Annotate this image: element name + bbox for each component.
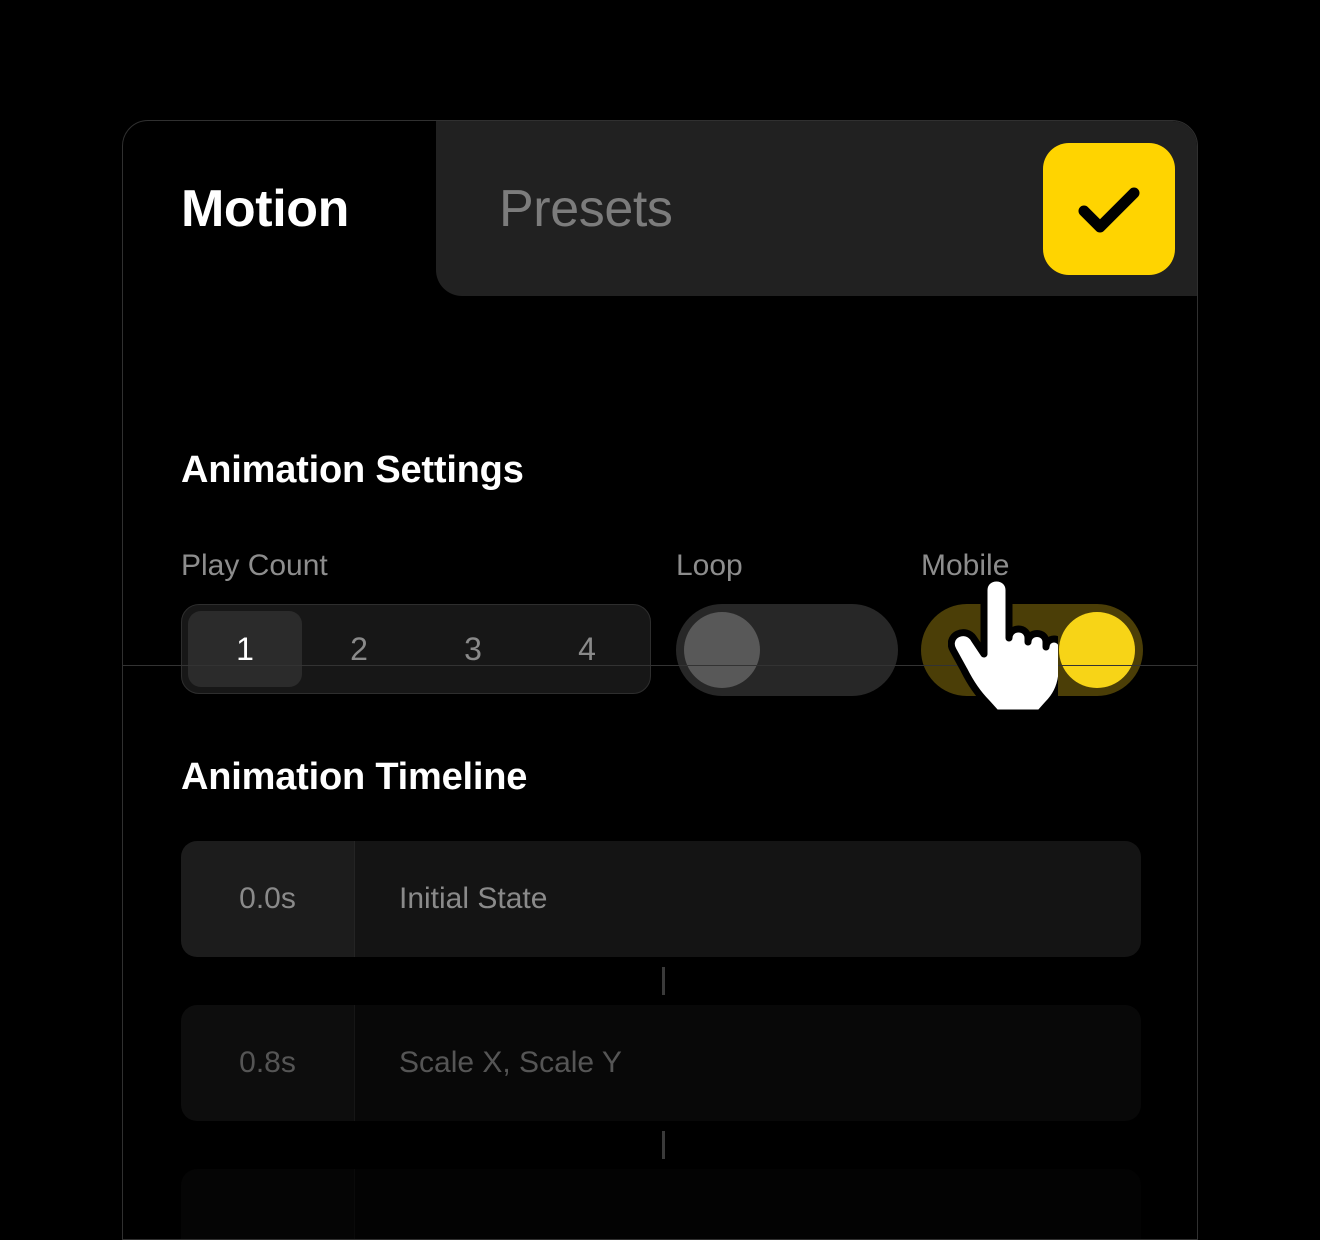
motion-panel: Motion Presets Animation Settings Play C… <box>122 120 1198 1240</box>
timeline-row-time: 0.0s <box>181 841 355 957</box>
play-count-label: Play Count <box>181 549 328 582</box>
timeline-row[interactable]: 0.8s Scale X, Scale Y <box>181 1005 1141 1121</box>
timeline-row[interactable] <box>181 1169 1141 1239</box>
loop-label: Loop <box>676 549 743 582</box>
timeline-connector <box>181 1121 1141 1169</box>
confirm-button[interactable] <box>1043 143 1175 275</box>
timeline-row[interactable]: 0.0s Initial State <box>181 841 1141 957</box>
timeline-list: 0.0s Initial State 0.8s Scale X, Scale Y <box>181 841 1141 1239</box>
timeline-row-time <box>181 1169 355 1239</box>
timeline-row-name: Initial State <box>399 882 548 915</box>
timeline-row-time: 0.8s <box>181 1005 355 1121</box>
tab-presets[interactable]: Presets <box>499 121 673 296</box>
timeline-row-name: Scale X, Scale Y <box>399 1046 622 1079</box>
tab-motion-label: Motion <box>181 179 349 238</box>
animation-timeline-section: Animation Timeline 0.0s Initial State 0.… <box>123 666 1197 1239</box>
animation-settings-title: Animation Settings <box>181 449 524 491</box>
screen: Motion Presets Animation Settings Play C… <box>0 0 1320 1240</box>
animation-timeline-title: Animation Timeline <box>181 756 528 798</box>
check-icon <box>1078 185 1140 233</box>
tab-motion[interactable]: Motion <box>181 121 349 296</box>
animation-settings-section: Animation Settings Play Count Loop Mobil… <box>123 296 1197 696</box>
tab-presets-label: Presets <box>499 179 673 238</box>
timeline-row-name <box>355 1169 1141 1239</box>
timeline-connector <box>181 957 1141 1005</box>
mobile-label: Mobile <box>921 549 1010 582</box>
tab-bar: Motion Presets <box>123 121 1197 296</box>
